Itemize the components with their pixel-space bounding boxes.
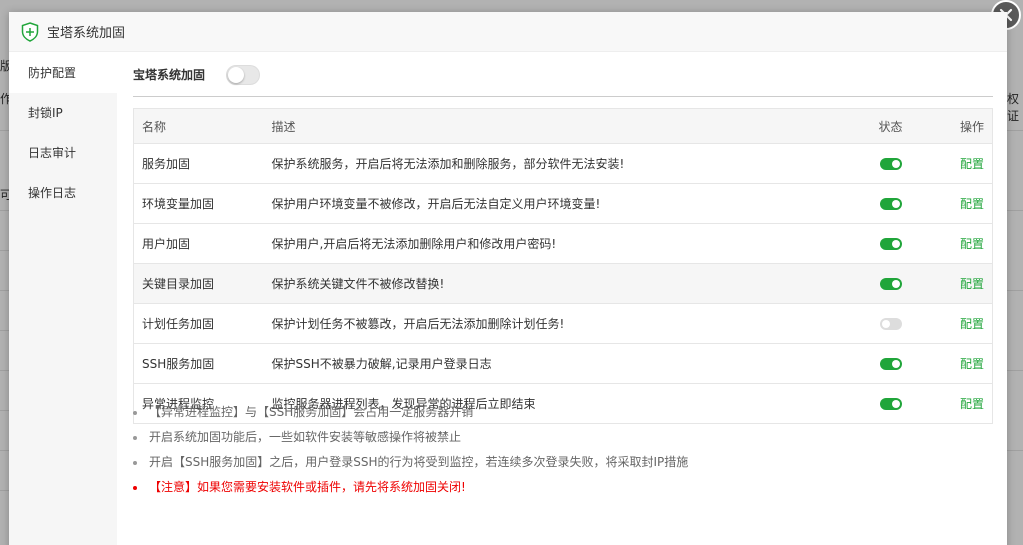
note-item: 【异常进程监控】与【SSH服务加固】会占用一定服务器开销	[133, 400, 688, 425]
row-name: 关键目录加固	[133, 263, 272, 304]
row-state-toggle[interactable]	[879, 358, 902, 370]
row-state-toggle[interactable]	[879, 158, 902, 170]
column-header-desc: 描述	[271, 108, 851, 144]
row-state-toggle[interactable]	[879, 278, 902, 290]
sidebar: 防护配置 封锁IP 日志审计 操作日志	[9, 53, 117, 545]
row-config-link[interactable]: 配置	[960, 397, 984, 411]
row-name: 计划任务加固	[133, 303, 272, 344]
row-config-link[interactable]: 配置	[960, 357, 984, 371]
master-switch-toggle[interactable]	[226, 64, 261, 85]
row-name: SSH服务加固	[133, 343, 272, 384]
row-desc: 保护计划任务不被篡改，开启后无法添加删除计划任务!	[271, 303, 851, 344]
row-config-link[interactable]: 配置	[960, 197, 984, 211]
sidebar-item-label: 操作日志	[28, 186, 77, 200]
dialog-header: 宝塔系统加固	[9, 12, 1007, 52]
table-row: 关键目录加固 保护系统关键文件不被修改替换! 配置	[133, 263, 993, 304]
row-desc: 保护SSH不被暴力破解,记录用户登录日志	[271, 343, 851, 384]
note-item: 开启【SSH服务加固】之后，用户登录SSH的行为将受到监控，若连续多次登录失败，…	[133, 450, 688, 475]
master-switch-label: 宝塔系统加固	[133, 68, 206, 82]
row-desc: 保护用户环境变量不被修改，开启后无法自定义用户环境变量!	[271, 183, 851, 224]
dialog-title: 宝塔系统加固	[47, 26, 126, 41]
master-switch-row: 宝塔系统加固	[133, 53, 993, 97]
toggle-knob	[228, 66, 245, 83]
table-row: 服务加固 保护系统服务，开启后将无法添加和删除服务，部分软件无法安装! 配置	[133, 143, 993, 184]
row-config-link[interactable]: 配置	[960, 317, 984, 331]
security-hardening-dialog: 宝塔系统加固 防护配置 封锁IP 日志审计 操作日志 宝塔系统加固 名称 描述 …	[9, 12, 1007, 545]
hardening-table: 名称 描述 状态 操作 服务加固 保护系统服务，开启后将无法添加和删除服务，部分…	[133, 108, 993, 424]
table-row: 用户加固 保护用户,开启后将无法添加删除用户和修改用户密码! 配置	[133, 223, 993, 264]
row-state-toggle[interactable]	[879, 398, 902, 410]
shield-plus-icon	[21, 21, 39, 42]
row-name: 用户加固	[133, 223, 272, 264]
row-state-toggle[interactable]	[879, 318, 902, 330]
row-config-link[interactable]: 配置	[960, 237, 984, 251]
table-row: 环境变量加固 保护用户环境变量不被修改，开启后无法自定义用户环境变量! 配置	[133, 183, 993, 224]
row-desc: 保护系统服务，开启后将无法添加和删除服务，部分软件无法安装!	[271, 143, 851, 184]
column-header-op: 操作	[930, 108, 993, 144]
dialog-body: 防护配置 封锁IP 日志审计 操作日志 宝塔系统加固 名称 描述 状态 操作 服…	[9, 53, 1007, 545]
sidebar-item-label: 日志审计	[28, 146, 77, 160]
sidebar-item-log-audit[interactable]: 日志审计	[9, 133, 117, 173]
sidebar-item-protection-config[interactable]: 防护配置	[9, 53, 117, 93]
row-state-toggle[interactable]	[879, 238, 902, 250]
table-row: 计划任务加固 保护计划任务不被篡改，开启后无法添加删除计划任务! 配置	[133, 303, 993, 344]
sidebar-item-block-ip[interactable]: 封锁IP	[9, 93, 117, 133]
row-desc: 保护用户,开启后将无法添加删除用户和修改用户密码!	[271, 223, 851, 264]
note-item: 开启系统加固功能后，一些如软件安装等敏感操作将被禁止	[133, 425, 688, 450]
main-content: 宝塔系统加固 名称 描述 状态 操作 服务加固 保护系统服务，开启后将无法添加和…	[117, 53, 1007, 545]
row-desc: 保护系统关键文件不被修改替换!	[271, 263, 851, 304]
sidebar-item-operation-log[interactable]: 操作日志	[9, 173, 117, 213]
row-name: 环境变量加固	[133, 183, 272, 224]
column-header-state: 状态	[850, 108, 931, 144]
row-config-link[interactable]: 配置	[960, 157, 984, 171]
sidebar-item-label: 封锁IP	[28, 106, 63, 120]
row-config-link[interactable]: 配置	[960, 277, 984, 291]
sidebar-item-label: 防护配置	[28, 66, 77, 80]
notes-list: 【异常进程监控】与【SSH服务加固】会占用一定服务器开销 开启系统加固功能后，一…	[133, 400, 688, 500]
table-row: SSH服务加固 保护SSH不被暴力破解,记录用户登录日志 配置	[133, 343, 993, 384]
table-header-row: 名称 描述 状态 操作	[133, 108, 993, 144]
row-name: 服务加固	[133, 143, 272, 184]
warning-note: 【注意】如果您需要安装软件或插件，请先将系统加固关闭!	[133, 475, 688, 500]
row-state-toggle[interactable]	[879, 198, 902, 210]
column-header-name: 名称	[133, 108, 272, 144]
